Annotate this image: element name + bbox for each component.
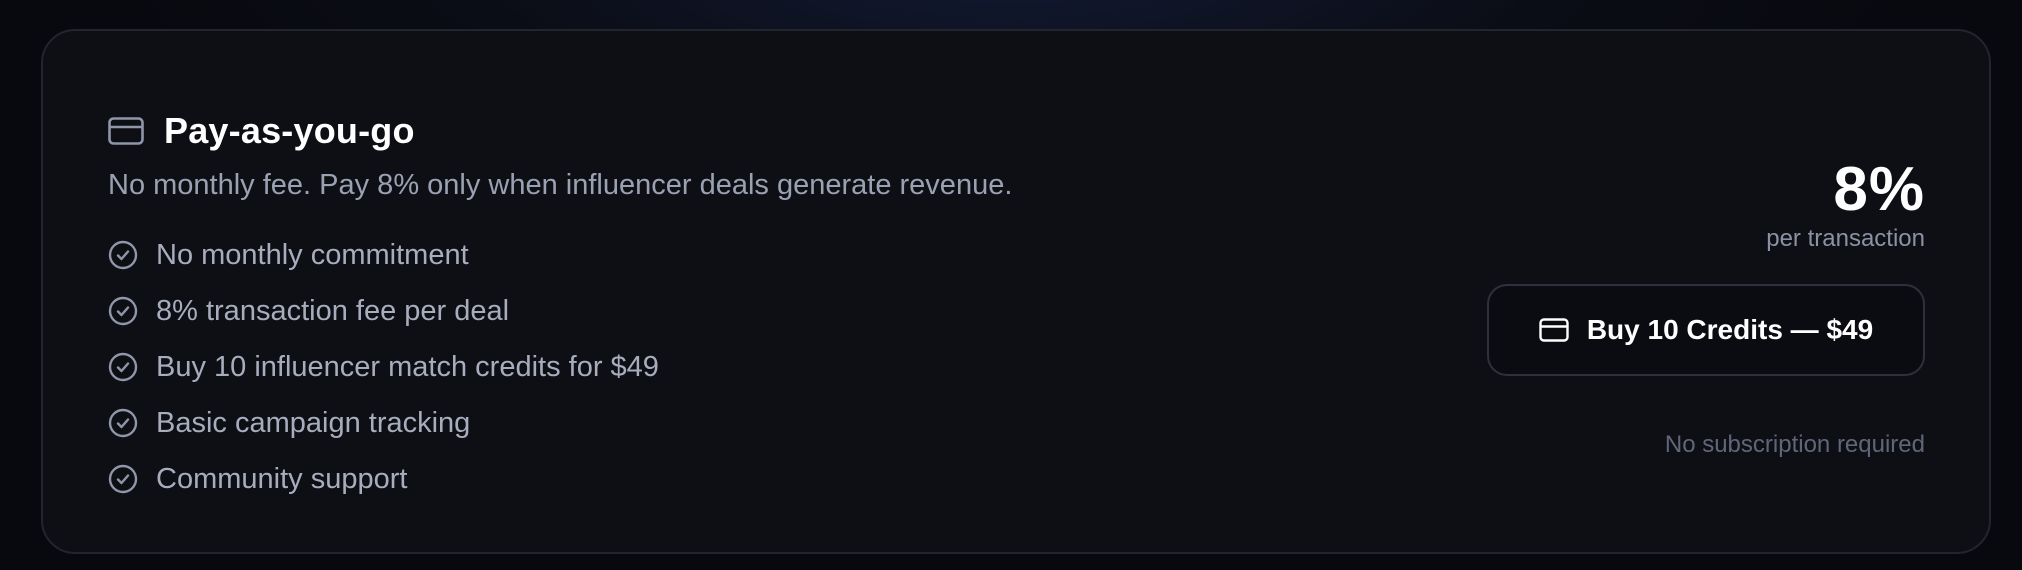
feature-text: Basic campaign tracking	[156, 406, 471, 439]
check-circle-icon	[108, 352, 138, 382]
feature-list: No monthly commitment 8% transaction fee…	[108, 227, 659, 507]
list-item: Buy 10 influencer match credits for $49	[108, 339, 659, 395]
check-circle-icon	[108, 240, 138, 270]
buy-credits-button[interactable]: Buy 10 Credits — $49	[1487, 284, 1925, 376]
check-circle-icon	[108, 464, 138, 494]
price-value: 8%	[1833, 155, 1925, 224]
pricing-card: Pay-as-you-go No monthly fee. Pay 8% onl…	[41, 29, 1991, 554]
plan-header: Pay-as-you-go	[108, 103, 415, 159]
list-item: No monthly commitment	[108, 227, 659, 283]
subscription-note: No subscription required	[1664, 431, 1925, 458]
list-item: Community support	[108, 451, 659, 507]
plan-title: Pay-as-you-go	[164, 110, 415, 151]
feature-text: Community support	[156, 462, 408, 495]
price-block: 8% per transaction	[1766, 159, 1925, 253]
check-circle-icon	[108, 408, 138, 438]
credit-card-icon	[1539, 318, 1569, 342]
check-circle-icon	[108, 296, 138, 326]
feature-text: Buy 10 influencer match credits for $49	[156, 350, 659, 383]
list-item: 8% transaction fee per deal	[108, 283, 659, 339]
feature-text: 8% transaction fee per deal	[156, 294, 510, 327]
list-item: Basic campaign tracking	[108, 395, 659, 451]
credit-card-icon	[108, 117, 144, 145]
price-caption: per transaction	[1766, 225, 1925, 252]
feature-text: No monthly commitment	[156, 238, 469, 271]
plan-description: No monthly fee. Pay 8% only when influen…	[108, 169, 1013, 201]
buy-credits-label: Buy 10 Credits — $49	[1586, 314, 1874, 345]
